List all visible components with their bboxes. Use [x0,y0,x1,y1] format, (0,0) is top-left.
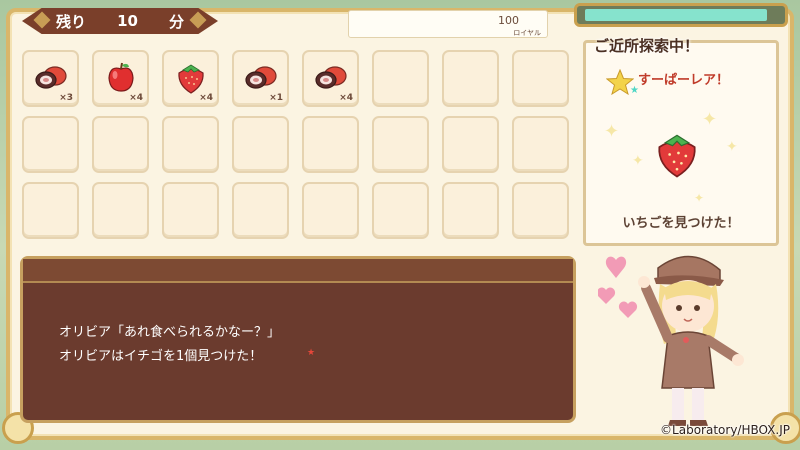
stamina-gauge [574,3,788,27]
inventory-slot[interactable]: ×1 [232,50,289,107]
inventory-slot-empty[interactable] [512,182,569,239]
meat-icon [245,66,277,89]
inventory-slot[interactable]: ×3 [22,50,79,107]
royal-unit: ロイヤル [513,29,541,37]
timer-unit: 分 [168,12,184,31]
inventory-slot[interactable]: ×4 [302,50,359,107]
time-remaining-banner: 残り 10 分 [22,8,218,34]
text-advance-icon: ★ [307,348,316,358]
royal-currency-box: 100 ロイヤル [348,10,548,38]
timer-value: 10 [117,12,138,30]
inventory-slot-empty[interactable] [162,182,219,239]
inventory-slot-empty[interactable] [22,116,79,173]
royal-value: 100 [498,14,519,27]
inventory-slot-empty[interactable] [302,182,359,239]
inventory-slot-empty[interactable] [92,116,149,173]
inventory-slot-empty[interactable] [162,116,219,173]
inventory-slot-empty[interactable] [372,182,429,239]
inventory-slot-empty[interactable] [302,116,359,173]
inventory-slot-empty[interactable] [92,182,149,239]
timer-prefix: 残り [56,12,87,31]
inventory-slot-empty[interactable] [372,50,429,107]
inventory-slot-empty[interactable] [512,116,569,173]
meat-icon [315,66,347,89]
apple-icon [108,62,134,92]
item-count: ×4 [129,93,143,103]
copyright-notice: ©Laboratory/HBOX.JP [660,423,790,437]
rarity-label: すーぱーレア！ [638,73,730,88]
inventory-slot-empty[interactable] [372,116,429,173]
item-count: ×1 [269,93,283,103]
inventory-grid: ×3 ×4 ×4 ×1 ×4 [22,50,569,239]
found-strawberry-icon [658,134,696,178]
inventory-slot-empty[interactable] [22,182,79,239]
stamina-gauge-fill [585,9,767,21]
found-item-text: いちごを見つけた！ [622,216,740,231]
inventory-slot-empty[interactable] [442,116,499,173]
item-count: ×4 [199,93,213,103]
strawberry-icon [178,64,204,94]
diamond-ornament-icon [189,11,207,29]
meat-icon [35,66,67,89]
message-window-header [23,259,573,283]
inventory-slot-empty[interactable] [442,50,499,107]
dialog-line-2: オリビアはイチゴを1個見つけた！ [59,349,263,364]
inventory-slot-empty[interactable] [232,116,289,173]
sparkle-icon: ✦ [632,153,644,169]
inventory-slot-empty[interactable] [232,182,289,239]
inventory-slot-empty[interactable] [442,182,499,239]
dialog-line-1: オリビア「あれ食べられるかなー？」 [59,325,281,340]
inventory-slot[interactable]: ×4 [92,50,149,107]
message-window: オリビア「あれ食べられるかなー？」 オリビアはイチゴを1個見つけた！ ★ [20,256,576,423]
sparkle-icon: ✦ [604,121,620,142]
sparkle-icon: ✦ [694,191,705,205]
sparkle-icon: ✦ [702,109,718,130]
diamond-ornament-icon [33,11,51,29]
item-count: ×3 [59,93,73,103]
inventory-slot-empty[interactable] [512,50,569,107]
inventory-slot[interactable]: ×4 [162,50,219,107]
search-panel-title: ご近所探索中！ [594,37,700,55]
search-result-panel: ご近所探索中！ ★ すーぱーレア！ ✦ ✦ ✦ ✦ ✦ いちごを見つけた！ [583,37,779,246]
item-count: ×4 [339,93,353,103]
olivia-character [598,255,744,426]
sparkle-icon: ✦ [726,139,738,155]
